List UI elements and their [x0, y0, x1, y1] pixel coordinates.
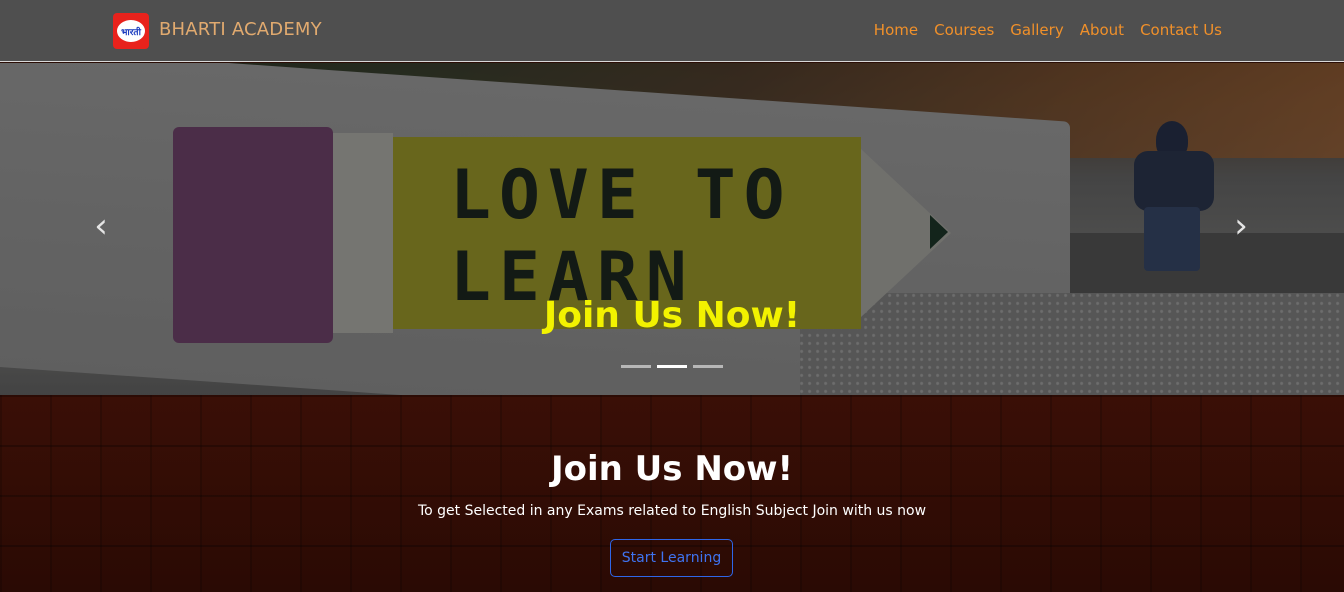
brand-name[interactable]: BHARTI ACADEMY [159, 19, 322, 40]
nav-link-gallery[interactable]: Gallery [1010, 21, 1063, 39]
nav-link-about[interactable]: About [1080, 21, 1124, 39]
carousel-prev-icon[interactable]: ‹ [86, 209, 116, 245]
carousel-indicator-3[interactable] [693, 365, 723, 368]
academy-logo: भारती [113, 13, 149, 49]
carousel-indicators [621, 365, 729, 368]
start-learning-button[interactable]: Start Learning [610, 539, 733, 577]
navbar: भारती BHARTI ACADEMY Home Courses Galler… [0, 0, 1344, 62]
nav-link-home[interactable]: Home [874, 21, 918, 39]
nav-link-courses[interactable]: Courses [934, 21, 994, 39]
join-section: Join Us Now! To get Selected in any Exam… [0, 395, 1344, 592]
hero-overlay [0, 63, 1344, 395]
join-title: Join Us Now! [550, 449, 794, 489]
carousel-indicator-2[interactable] [657, 365, 687, 368]
carousel-indicator-1[interactable] [621, 365, 651, 368]
carousel-next-icon[interactable]: › [1226, 209, 1256, 245]
join-description: To get Selected in any Exams related to … [417, 503, 927, 519]
nav-links: Home Courses Gallery About Contact Us [858, 21, 1222, 39]
nav-link-contact-us[interactable]: Contact Us [1140, 21, 1222, 39]
hero-caption: Join Us Now! [543, 295, 801, 336]
logo-emblem: भारती [117, 20, 145, 42]
hero-carousel: LOVE TO LEARN ‹ › Join Us Now! [0, 63, 1344, 395]
logo-text: भारती [121, 27, 141, 38]
brand[interactable]: भारती BHARTI ACADEMY [113, 13, 322, 49]
